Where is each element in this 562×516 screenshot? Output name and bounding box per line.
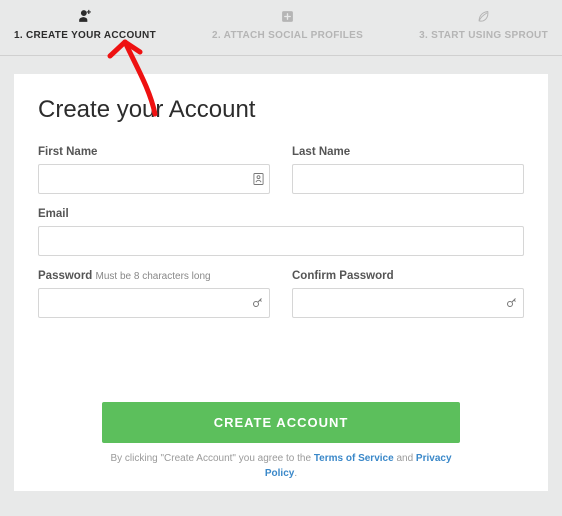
- first-name-input[interactable]: [38, 164, 270, 194]
- onboarding-steps: 1. CREATE YOUR ACCOUNT 2. ATTACH SOCIAL …: [0, 0, 562, 56]
- step-label: 2. ATTACH SOCIAL PROFILES: [212, 30, 363, 41]
- step-label: 1. CREATE YOUR ACCOUNT: [14, 30, 156, 41]
- confirm-password-field-group: Confirm Password: [292, 270, 524, 318]
- user-plus-icon: [78, 8, 92, 24]
- step-label: 3. START USING SPROUT: [419, 30, 548, 41]
- password-label: Password Must be 8 characters long: [38, 270, 270, 282]
- cta-area: CREATE ACCOUNT By clicking "Create Accou…: [38, 402, 524, 481]
- signup-card: Create your Account First Name Last Name…: [14, 74, 548, 491]
- email-input[interactable]: [38, 226, 524, 256]
- plus-square-icon: [281, 8, 294, 24]
- last-name-label: Last Name: [292, 146, 524, 158]
- confirm-password-input[interactable]: [292, 288, 524, 318]
- page-title: Create your Account: [38, 96, 524, 124]
- leaf-icon: [476, 8, 491, 24]
- create-account-button[interactable]: CREATE ACCOUNT: [102, 402, 460, 443]
- email-label: Email: [38, 208, 524, 220]
- first-name-field-group: First Name: [38, 146, 270, 194]
- agreement-text: By clicking "Create Account" you agree t…: [102, 451, 460, 481]
- confirm-password-label: Confirm Password: [292, 270, 524, 282]
- email-field-group: Email: [38, 208, 524, 256]
- last-name-field-group: Last Name: [292, 146, 524, 194]
- last-name-input[interactable]: [292, 164, 524, 194]
- step-start-using[interactable]: 3. START USING SPROUT: [419, 8, 548, 41]
- password-input[interactable]: [38, 288, 270, 318]
- password-field-group: Password Must be 8 characters long: [38, 270, 270, 318]
- terms-of-service-link[interactable]: Terms of Service: [314, 453, 394, 464]
- first-name-label: First Name: [38, 146, 270, 158]
- step-create-account[interactable]: 1. CREATE YOUR ACCOUNT: [14, 8, 156, 41]
- step-attach-profiles[interactable]: 2. ATTACH SOCIAL PROFILES: [212, 8, 363, 41]
- password-hint: Must be 8 characters long: [96, 271, 211, 282]
